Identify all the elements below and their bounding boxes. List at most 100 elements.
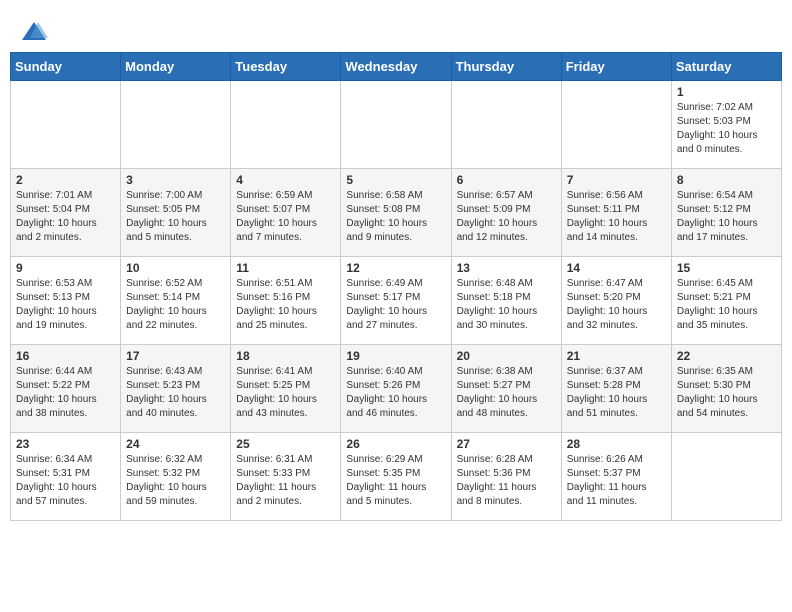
- calendar-cell: 19 Sunrise: 6:40 AM Sunset: 5:26 PM Dayli…: [341, 345, 451, 433]
- day-info: Sunrise: 6:32 AM Sunset: 5:32 PM Dayligh…: [126, 453, 225, 509]
- day-info: Sunrise: 6:40 AM Sunset: 5:26 PM Dayligh…: [346, 365, 445, 421]
- day-info: Sunrise: 6:38 AM Sunset: 5:27 PM Dayligh…: [457, 365, 556, 421]
- weekday-header: Wednesday: [341, 53, 451, 81]
- day-number: 28: [567, 437, 666, 451]
- weekday-header: Tuesday: [231, 53, 341, 81]
- day-number: 21: [567, 349, 666, 363]
- calendar-cell: [561, 81, 671, 169]
- calendar-cell: 2 Sunrise: 7:01 AM Sunset: 5:04 PM Daylig…: [11, 169, 121, 257]
- calendar-week-row: 1 Sunrise: 7:02 AM Sunset: 5:03 PM Daylig…: [11, 81, 782, 169]
- day-info: Sunrise: 6:34 AM Sunset: 5:31 PM Dayligh…: [16, 453, 115, 509]
- day-info: Sunrise: 6:52 AM Sunset: 5:14 PM Dayligh…: [126, 277, 225, 333]
- day-info: Sunrise: 6:48 AM Sunset: 5:18 PM Dayligh…: [457, 277, 556, 333]
- weekday-header: Sunday: [11, 53, 121, 81]
- weekday-header: Friday: [561, 53, 671, 81]
- day-info: Sunrise: 6:26 AM Sunset: 5:37 PM Dayligh…: [567, 453, 666, 509]
- day-number: 26: [346, 437, 445, 451]
- day-number: 12: [346, 261, 445, 275]
- day-info: Sunrise: 6:51 AM Sunset: 5:16 PM Dayligh…: [236, 277, 335, 333]
- calendar-cell: 27 Sunrise: 6:28 AM Sunset: 5:36 PM Dayli…: [451, 433, 561, 521]
- calendar-cell: 21 Sunrise: 6:37 AM Sunset: 5:28 PM Dayli…: [561, 345, 671, 433]
- day-info: Sunrise: 6:47 AM Sunset: 5:20 PM Dayligh…: [567, 277, 666, 333]
- calendar-cell: 4 Sunrise: 6:59 AM Sunset: 5:07 PM Daylig…: [231, 169, 341, 257]
- calendar-cell: [231, 81, 341, 169]
- day-number: 24: [126, 437, 225, 451]
- calendar-cell: 25 Sunrise: 6:31 AM Sunset: 5:33 PM Dayli…: [231, 433, 341, 521]
- calendar-cell: [671, 433, 781, 521]
- day-number: 13: [457, 261, 556, 275]
- day-info: Sunrise: 6:56 AM Sunset: 5:11 PM Dayligh…: [567, 189, 666, 245]
- calendar-week-row: 23 Sunrise: 6:34 AM Sunset: 5:31 PM Dayli…: [11, 433, 782, 521]
- calendar-cell: 7 Sunrise: 6:56 AM Sunset: 5:11 PM Daylig…: [561, 169, 671, 257]
- day-number: 25: [236, 437, 335, 451]
- day-number: 3: [126, 173, 225, 187]
- day-info: Sunrise: 6:58 AM Sunset: 5:08 PM Dayligh…: [346, 189, 445, 245]
- day-number: 14: [567, 261, 666, 275]
- calendar-cell: [451, 81, 561, 169]
- day-number: 16: [16, 349, 115, 363]
- day-number: 4: [236, 173, 335, 187]
- day-info: Sunrise: 7:00 AM Sunset: 5:05 PM Dayligh…: [126, 189, 225, 245]
- day-number: 23: [16, 437, 115, 451]
- day-info: Sunrise: 6:29 AM Sunset: 5:35 PM Dayligh…: [346, 453, 445, 509]
- logo-icon: [20, 18, 48, 46]
- calendar-cell: 17 Sunrise: 6:43 AM Sunset: 5:23 PM Dayli…: [121, 345, 231, 433]
- day-number: 10: [126, 261, 225, 275]
- day-number: 17: [126, 349, 225, 363]
- day-number: 22: [677, 349, 776, 363]
- calendar-cell: 23 Sunrise: 6:34 AM Sunset: 5:31 PM Dayli…: [11, 433, 121, 521]
- day-info: Sunrise: 6:45 AM Sunset: 5:21 PM Dayligh…: [677, 277, 776, 333]
- day-number: 7: [567, 173, 666, 187]
- day-number: 6: [457, 173, 556, 187]
- day-info: Sunrise: 6:31 AM Sunset: 5:33 PM Dayligh…: [236, 453, 335, 509]
- day-info: Sunrise: 6:41 AM Sunset: 5:25 PM Dayligh…: [236, 365, 335, 421]
- day-number: 15: [677, 261, 776, 275]
- page-header: [10, 10, 782, 52]
- day-number: 1: [677, 85, 776, 99]
- day-info: Sunrise: 6:54 AM Sunset: 5:12 PM Dayligh…: [677, 189, 776, 245]
- day-info: Sunrise: 6:43 AM Sunset: 5:23 PM Dayligh…: [126, 365, 225, 421]
- calendar-week-row: 16 Sunrise: 6:44 AM Sunset: 5:22 PM Dayli…: [11, 345, 782, 433]
- calendar-cell: 6 Sunrise: 6:57 AM Sunset: 5:09 PM Daylig…: [451, 169, 561, 257]
- day-info: Sunrise: 6:28 AM Sunset: 5:36 PM Dayligh…: [457, 453, 556, 509]
- day-number: 2: [16, 173, 115, 187]
- day-number: 20: [457, 349, 556, 363]
- day-info: Sunrise: 6:57 AM Sunset: 5:09 PM Dayligh…: [457, 189, 556, 245]
- day-info: Sunrise: 6:49 AM Sunset: 5:17 PM Dayligh…: [346, 277, 445, 333]
- calendar-cell: 9Sunrise: 6:53 AM Sunset: 5:13 PM Daylig…: [11, 257, 121, 345]
- calendar-cell: 24 Sunrise: 6:32 AM Sunset: 5:32 PM Dayli…: [121, 433, 231, 521]
- calendar-cell: 15 Sunrise: 6:45 AM Sunset: 5:21 PM Dayli…: [671, 257, 781, 345]
- day-info: Sunrise: 7:01 AM Sunset: 5:04 PM Dayligh…: [16, 189, 115, 245]
- day-info: Sunrise: 6:59 AM Sunset: 5:07 PM Dayligh…: [236, 189, 335, 245]
- weekday-header: Thursday: [451, 53, 561, 81]
- weekday-header: Monday: [121, 53, 231, 81]
- calendar-cell: 1 Sunrise: 7:02 AM Sunset: 5:03 PM Daylig…: [671, 81, 781, 169]
- day-info: Sunrise: 6:53 AM Sunset: 5:13 PM Dayligh…: [16, 277, 115, 333]
- calendar-cell: 18 Sunrise: 6:41 AM Sunset: 5:25 PM Dayli…: [231, 345, 341, 433]
- day-info: Sunrise: 7:02 AM Sunset: 5:03 PM Dayligh…: [677, 101, 776, 157]
- calendar-cell: 20 Sunrise: 6:38 AM Sunset: 5:27 PM Dayli…: [451, 345, 561, 433]
- calendar-cell: 11 Sunrise: 6:51 AM Sunset: 5:16 PM Dayli…: [231, 257, 341, 345]
- calendar-week-row: 9Sunrise: 6:53 AM Sunset: 5:13 PM Daylig…: [11, 257, 782, 345]
- day-number: 27: [457, 437, 556, 451]
- calendar-cell: 10 Sunrise: 6:52 AM Sunset: 5:14 PM Dayli…: [121, 257, 231, 345]
- day-number: 5: [346, 173, 445, 187]
- calendar-week-row: 2 Sunrise: 7:01 AM Sunset: 5:04 PM Daylig…: [11, 169, 782, 257]
- calendar-cell: 13 Sunrise: 6:48 AM Sunset: 5:18 PM Dayli…: [451, 257, 561, 345]
- logo: [20, 18, 52, 46]
- calendar-cell: 22Sunrise: 6:35 AM Sunset: 5:30 PM Dayli…: [671, 345, 781, 433]
- calendar-cell: 16 Sunrise: 6:44 AM Sunset: 5:22 PM Dayli…: [11, 345, 121, 433]
- calendar-cell: [341, 81, 451, 169]
- calendar-cell: 28 Sunrise: 6:26 AM Sunset: 5:37 PM Dayli…: [561, 433, 671, 521]
- calendar-cell: 5 Sunrise: 6:58 AM Sunset: 5:08 PM Daylig…: [341, 169, 451, 257]
- calendar-cell: 12 Sunrise: 6:49 AM Sunset: 5:17 PM Dayli…: [341, 257, 451, 345]
- calendar-header-row: SundayMondayTuesdayWednesdayThursdayFrid…: [11, 53, 782, 81]
- day-info: Sunrise: 6:44 AM Sunset: 5:22 PM Dayligh…: [16, 365, 115, 421]
- day-info: Sunrise: 6:37 AM Sunset: 5:28 PM Dayligh…: [567, 365, 666, 421]
- day-number: 18: [236, 349, 335, 363]
- day-number: 19: [346, 349, 445, 363]
- day-number: 11: [236, 261, 335, 275]
- calendar-cell: [121, 81, 231, 169]
- calendar-cell: 14 Sunrise: 6:47 AM Sunset: 5:20 PM Dayli…: [561, 257, 671, 345]
- calendar-cell: 26 Sunrise: 6:29 AM Sunset: 5:35 PM Dayli…: [341, 433, 451, 521]
